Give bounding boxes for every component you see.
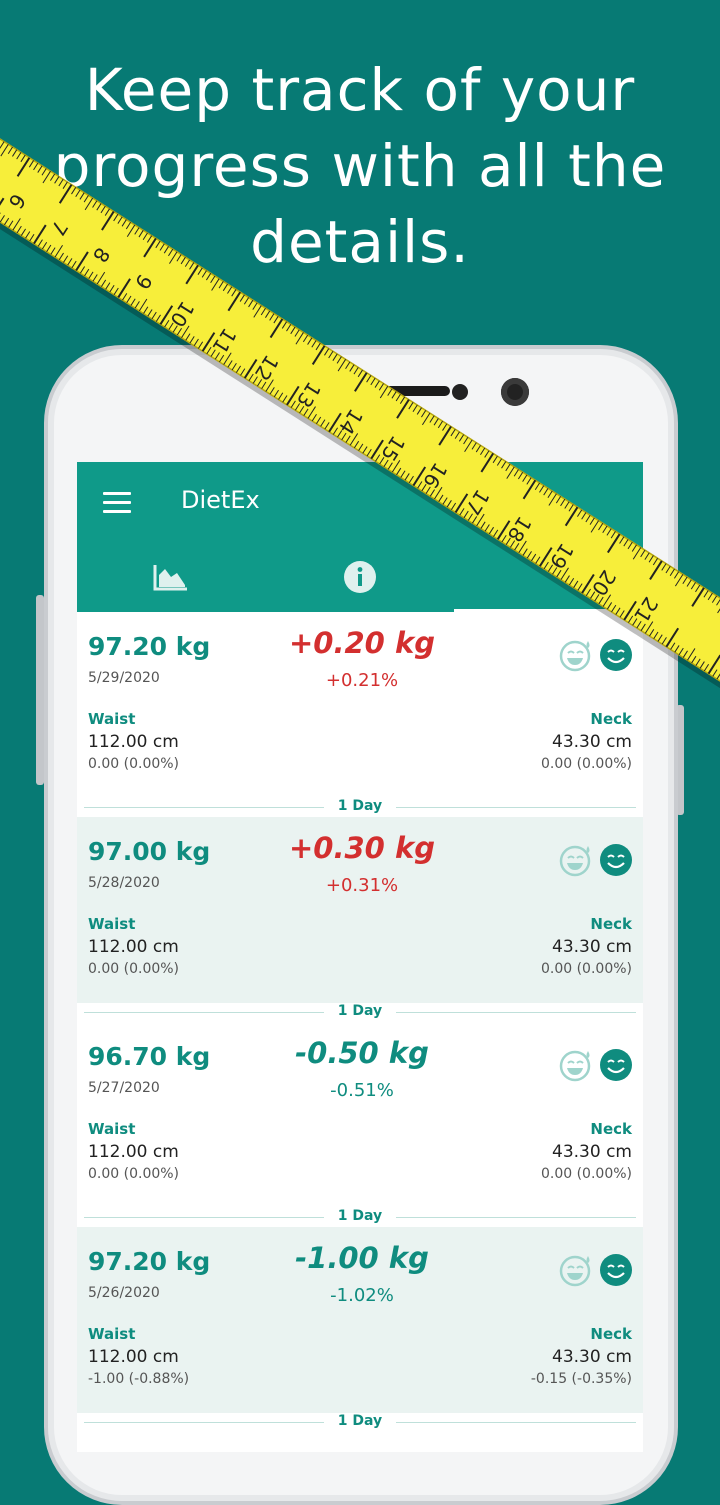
interval-label: 1 Day [326,798,394,814]
mood-icons [559,638,633,672]
entry-change-percent: +0.31% [267,875,457,896]
entry-date: 5/28/2020 [88,875,160,891]
interval-label: 1 Day [326,1003,394,1019]
neck-label: Neck [590,1325,632,1343]
waist-value: 112.00 cm [88,937,179,957]
entry-change-percent: -0.51% [267,1080,457,1101]
phone-side-button-left [36,595,44,785]
smile-icon[interactable] [599,1253,633,1287]
sweat-smile-icon[interactable] [559,843,593,877]
entry-weight: 97.00 kg [88,837,210,866]
list-item[interactable]: 97.20 kg 5/29/2020 +0.20 kg +0.21% Waist 112.… [77,612,643,798]
phone-camera [501,378,529,406]
interval-separator: 1 Day [84,1208,636,1226]
neck-delta: 0.00 (0.00%) [541,756,632,772]
entry-change: -0.50 kg [267,1036,457,1070]
entry-change: +0.20 kg [267,626,457,660]
headline-line-3: details. [0,204,720,280]
mood-icons [559,1253,633,1287]
entry-change: -1.00 kg [267,1241,457,1275]
waist-label: Waist [88,1325,135,1343]
neck-label: Neck [590,710,632,728]
sweat-smile-icon[interactable] [559,1253,593,1287]
smile-icon[interactable] [599,1048,633,1082]
menu-icon[interactable] [103,492,131,514]
phone-sensor [452,384,468,400]
smile-icon[interactable] [599,843,633,877]
app-screen: DietEx 97.20 kg 5/29/2020 +0.20 kg +0.21% Wa… [77,462,643,1452]
waist-delta: 0.00 (0.00%) [88,1166,179,1182]
entry-weight: 97.20 kg [88,1247,210,1276]
sweat-smile-icon[interactable] [559,1048,593,1082]
entry-weight: 96.70 kg [88,1042,210,1071]
app-title: DietEx [181,486,260,514]
neck-label: Neck [590,1120,632,1138]
entry-change-percent: -1.02% [267,1285,457,1306]
waist-delta: -1.00 (-0.88%) [88,1371,189,1387]
tab-list[interactable] [454,542,642,612]
waist-label: Waist [88,710,135,728]
waist-label: Waist [88,1120,135,1138]
neck-value: 43.30 cm [552,732,632,752]
entry-date: 5/26/2020 [88,1285,160,1301]
info-icon [343,560,377,594]
interval-separator: 1 Day [84,798,636,816]
neck-value: 43.30 cm [552,937,632,957]
neck-delta: -0.15 (-0.35%) [531,1371,632,1387]
list-item[interactable]: 97.20 kg 5/26/2020 -1.00 kg -1.02% Waist 112.… [77,1227,643,1413]
entry-change-percent: +0.21% [267,670,457,691]
waist-delta: 0.00 (0.00%) [88,961,179,977]
neck-value: 43.30 cm [552,1142,632,1162]
headline-line-1: Keep track of your [0,52,720,128]
entry-weight: 97.20 kg [88,632,210,661]
interval-label: 1 Day [326,1413,394,1429]
tape-number: 10 [165,297,199,331]
waist-value: 112.00 cm [88,1347,179,1367]
waist-value: 112.00 cm [88,1142,179,1162]
mood-icons [559,843,633,877]
entry-date: 5/27/2020 [88,1080,160,1096]
smile-icon[interactable] [599,638,633,672]
app-bar: DietEx [77,462,643,542]
phone-speaker [370,386,450,396]
chart-area-icon [153,563,189,591]
headline-line-2: progress with all the [0,128,720,204]
neck-value: 43.30 cm [552,1347,632,1367]
tab-bar [77,542,643,612]
neck-delta: 0.00 (0.00%) [541,1166,632,1182]
list-item[interactable]: 97.00 kg 5/28/2020 +0.30 kg +0.31% Waist 112.… [77,817,643,1003]
waist-label: Waist [88,915,135,933]
mood-icons [559,1048,633,1082]
waist-delta: 0.00 (0.00%) [88,756,179,772]
interval-separator: 1 Day [84,1003,636,1021]
interval-separator: 1 Day [84,1413,636,1431]
list-item[interactable]: 96.70 kg 5/27/2020 -0.50 kg -0.51% Waist 112.… [77,1022,643,1208]
tab-info[interactable] [266,542,454,612]
tab-chart[interactable] [77,542,265,612]
entry-change: +0.30 kg [267,831,457,865]
waist-value: 112.00 cm [88,732,179,752]
interval-label: 1 Day [326,1208,394,1224]
headline: Keep track of your progress with all the… [0,52,720,280]
neck-delta: 0.00 (0.00%) [541,961,632,977]
entry-date: 5/29/2020 [88,670,160,686]
neck-label: Neck [590,915,632,933]
sweat-smile-icon[interactable] [559,638,593,672]
